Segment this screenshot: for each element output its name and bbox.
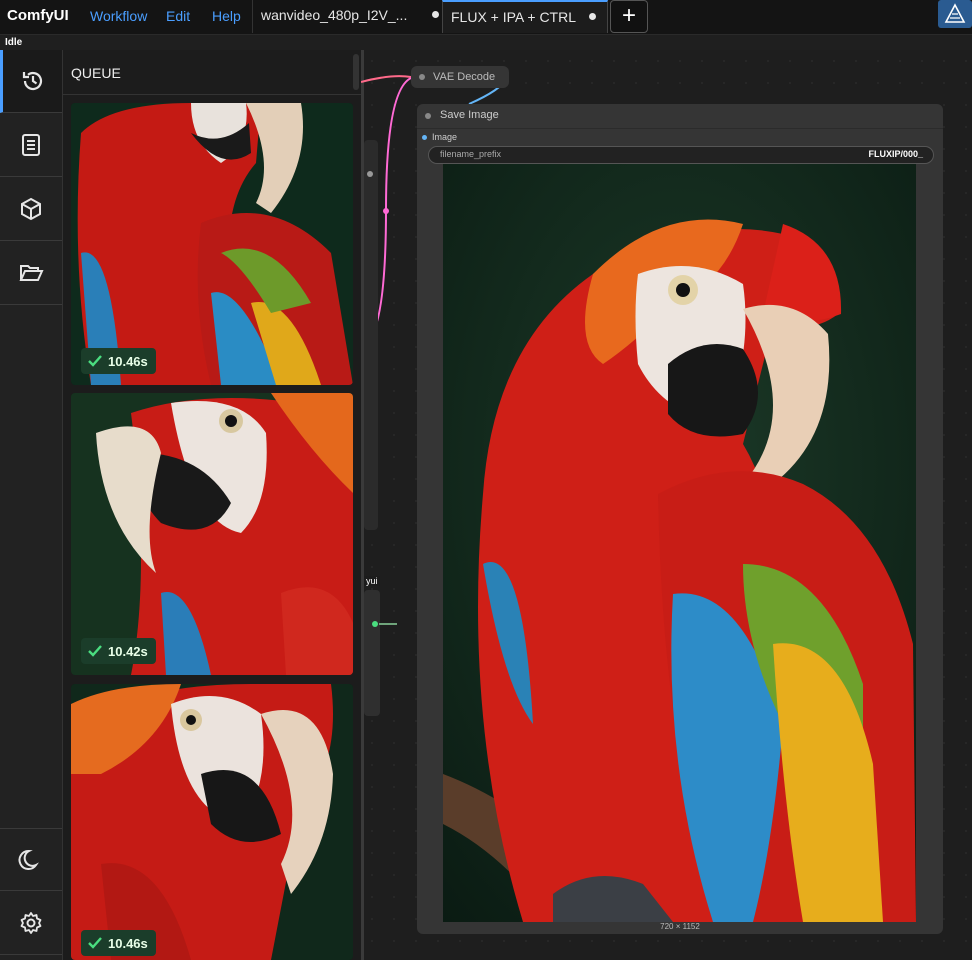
model-library-button[interactable] [0,178,62,241]
node-divider [417,128,943,129]
parrot-thumbnail [71,393,353,675]
queue-header: QUEUE [63,50,361,95]
tab-label: wanvideo_480p_I2V_... [261,7,408,23]
completed-badge: 10.42s [81,638,156,664]
image-input-socket-icon[interactable] [422,135,427,140]
queue-history-button[interactable] [0,50,62,113]
widget-name: filename_prefix [440,149,502,159]
unsaved-dot-icon [432,11,439,18]
comfy-logo-button[interactable] [938,0,972,28]
queue-panel: QUEUE 10.46s 10.42s 10.46s [63,50,361,960]
partial-node-label: yui [364,576,380,586]
image-dimensions: 720 × 1152 [660,922,700,931]
queue-item[interactable]: 10.46s [71,103,353,385]
folder-open-icon [19,265,44,281]
theme-toggle-button[interactable] [0,828,62,891]
image-input-label: Image [432,132,458,142]
widget-value: FLUXIP/000_ [868,149,923,159]
node-collapse-dot-icon[interactable] [425,113,431,119]
completed-badge: 10.46s [81,348,156,374]
completed-badge: 10.46s [81,930,156,956]
image-preview[interactable] [443,164,916,922]
app-brand[interactable]: ComfyUI [7,7,69,24]
checkmark-icon [88,937,102,949]
queue-scrollbar[interactable] [353,54,359,90]
document-icon [22,134,40,156]
workflows-button[interactable] [0,242,62,305]
tab-wanvideo[interactable]: wanvideo_480p_I2V_... [252,0,442,33]
menu-workflow[interactable]: Workflow [90,8,147,24]
execution-time: 10.42s [108,643,148,659]
history-icon [22,71,42,91]
cube-icon [21,197,41,221]
menu-edit[interactable]: Edit [166,8,190,24]
filename-prefix-widget[interactable]: filename_prefix FLUXIP/000_ [428,146,934,164]
tab-label: FLUX + IPA + CTRL [451,9,577,25]
queue-item[interactable]: 10.46s [71,684,353,960]
top-menubar: ComfyUI Workflow Edit Help wanvideo_480p… [0,0,972,35]
checkmark-icon [88,355,102,367]
node-library-button[interactable] [0,114,62,177]
menu-help[interactable]: Help [212,8,241,24]
unsaved-dot-icon [589,13,596,20]
node-title: Save Image [440,109,499,121]
execution-time: 10.46s [108,935,148,951]
checkmark-icon [88,645,102,657]
gear-icon [20,912,42,934]
comfy-logo-icon [944,3,966,23]
queue-title: QUEUE [71,65,121,81]
settings-button[interactable] [0,892,62,955]
node-title: VAE Decode [433,71,496,83]
moon-icon [18,849,39,870]
parrot-thumbnail [71,103,353,385]
queue-item[interactable]: 10.42s [71,393,353,675]
parrot-thumbnail [71,684,353,960]
parrot-image [443,164,916,922]
icon-sidebar [0,50,63,960]
tab-flux-active[interactable]: FLUX + IPA + CTRL [442,0,608,33]
queue-status-label: Idle [5,37,23,48]
node-collapse-dot-icon[interactable] [419,74,425,80]
save-image-node[interactable]: Save Image Image filename_prefix FLUXIP/… [417,104,943,934]
vae-decode-node[interactable]: VAE Decode [411,66,509,88]
new-tab-button[interactable]: + [610,0,648,33]
execution-time: 10.46s [108,353,148,369]
